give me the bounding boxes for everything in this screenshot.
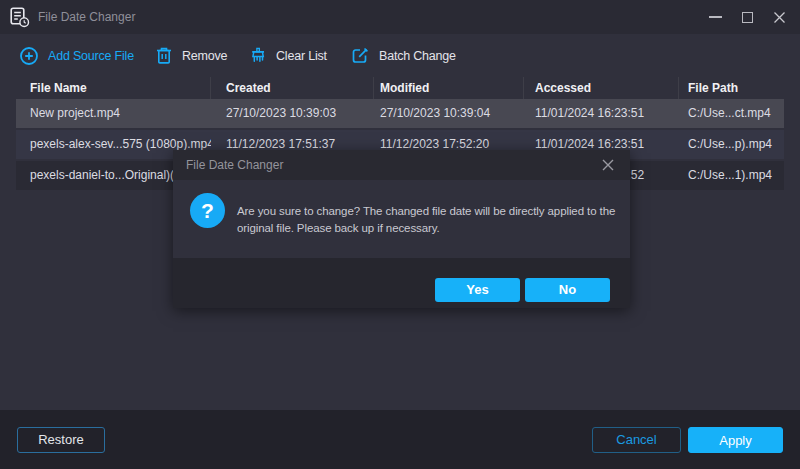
bottom-bar: Restore Cancel Apply [0,410,800,469]
cell-created: 27/10/2023 10:39:03 [211,99,374,128]
title-bar: File Date Changer [0,0,800,34]
dialog-title: File Date Changer [186,158,283,172]
question-icon: ? [190,193,225,228]
header-file-name[interactable]: File Name [16,77,211,99]
dialog-header: File Date Changer [173,150,630,180]
header-modified[interactable]: Modified [374,77,524,99]
yes-button[interactable]: Yes [435,278,520,302]
batch-change-label: Batch Change [379,49,456,63]
add-circle-icon [19,46,39,66]
dialog-message: Are you sure to change? The changed file… [237,203,621,237]
close-icon [772,10,787,25]
header-file-path[interactable]: File Path [679,77,784,99]
maximize-button[interactable] [731,0,763,34]
edit-icon [351,46,370,65]
remove-label: Remove [182,49,227,63]
clear-list-button[interactable]: Clear List [249,34,327,77]
apply-button[interactable]: Apply [688,427,783,453]
header-accessed[interactable]: Accessed [524,77,679,99]
app-icon [10,7,30,28]
header-created[interactable]: Created [211,77,374,99]
maximize-icon [742,12,753,23]
toolbar: Add Source File Remove Clear List Batch … [0,34,800,77]
trash-icon [155,46,173,65]
cancel-button[interactable]: Cancel [592,427,681,453]
cell-file-path: C:/Use...p).mp4 [679,130,784,159]
cell-accessed: 11/01/2024 16:23:51 [524,99,679,128]
dialog-close-icon[interactable] [600,157,616,173]
no-button[interactable]: No [525,278,610,302]
confirm-dialog: File Date Changer ? Are you sure to chan… [173,150,630,308]
batch-change-button[interactable]: Batch Change [351,34,456,77]
dialog-footer: Yes No [173,258,630,308]
minimize-icon [709,16,722,18]
add-source-file-button[interactable]: Add Source File [19,34,134,77]
cell-file-path: C:/Use...1).mp4 [679,161,784,190]
window-title: File Date Changer [38,10,135,24]
table-row[interactable]: New project.mp4 27/10/2023 10:39:03 27/1… [16,99,784,130]
dialog-body: ? Are you sure to change? The changed fi… [173,180,630,258]
clear-list-label: Clear List [276,49,327,63]
cell-file-name: New project.mp4 [16,99,211,128]
minimize-button[interactable] [699,0,731,34]
restore-button[interactable]: Restore [17,427,105,453]
table-header: File Name Created Modified Accessed File… [16,77,784,99]
close-button[interactable] [763,0,795,34]
cell-modified: 27/10/2023 10:39:04 [374,99,524,128]
broom-icon [249,46,267,65]
add-source-file-label: Add Source File [48,49,134,63]
remove-button[interactable]: Remove [155,34,227,77]
cell-file-path: C:/Use...ct.mp4 [679,99,784,128]
